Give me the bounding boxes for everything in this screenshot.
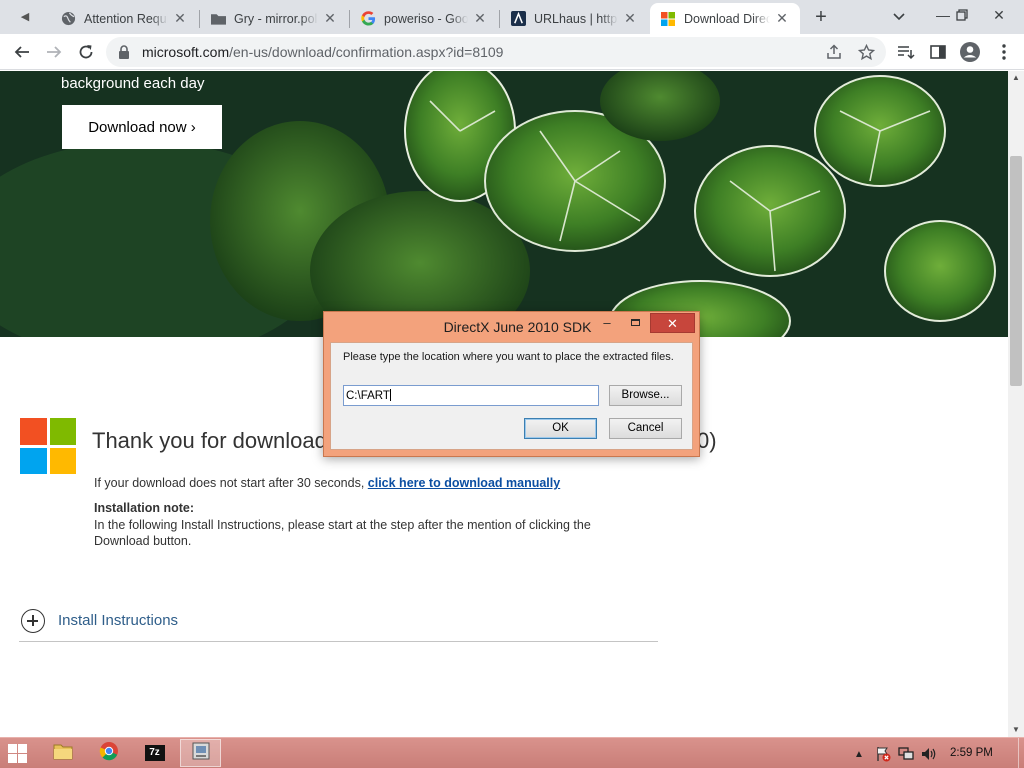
installer-icon — [191, 742, 211, 765]
file-explorer-icon — [53, 742, 73, 765]
lock-icon[interactable] — [118, 45, 132, 59]
forward-icon[interactable] — [40, 38, 68, 66]
scroll-up-icon[interactable]: ▲ — [1008, 71, 1024, 85]
ok-button[interactable]: OK — [524, 418, 597, 439]
google-icon — [360, 11, 376, 27]
globe-icon — [60, 11, 76, 27]
restore-window-icon[interactable] — [945, 0, 979, 30]
back-icon[interactable] — [8, 38, 36, 66]
dialog-message: Please type the location where you want … — [343, 351, 674, 363]
bookmark-star-icon[interactable] — [856, 42, 876, 62]
scroll-thumb[interactable] — [1010, 156, 1022, 386]
expand-plus-icon[interactable] — [21, 609, 45, 633]
dialog-body: Please type the location where you want … — [330, 342, 693, 450]
tab-poweriso-google[interactable]: poweriso - Goog ✕ — [350, 3, 498, 34]
taskbar-file-explorer[interactable] — [42, 739, 83, 767]
urlhaus-icon — [510, 11, 526, 27]
reload-icon[interactable] — [72, 38, 100, 66]
dialog-close-button[interactable]: ✕ — [650, 313, 695, 333]
tab-close-icon[interactable]: ✕ — [622, 10, 638, 27]
extract-path-input[interactable]: C:\FART — [343, 385, 599, 406]
download-now-label: Download now — [88, 118, 187, 136]
url-text: microsoft.com/en-us/download/confirmatio… — [142, 44, 503, 60]
scroll-down-icon[interactable]: ▼ — [1008, 723, 1024, 737]
url-domain: microsoft.com — [142, 44, 230, 60]
section-divider — [19, 641, 658, 642]
windows-taskbar: 7z ▲ 2:59 PM — [0, 737, 1024, 768]
profile-avatar-icon[interactable] — [960, 42, 980, 62]
extract-path-value: C:\FART — [346, 390, 390, 402]
thank-you-heading: Thank you for download — [92, 428, 327, 453]
tab-close-icon[interactable]: ✕ — [774, 10, 790, 27]
tab-title: Attention Requi — [84, 11, 168, 26]
tab-strip: ◀︎ Attention Requi ✕ Gry - mirror.pol ✕ … — [0, 0, 1024, 34]
taskbar-clock[interactable]: 2:59 PM — [950, 747, 993, 759]
tab-urlhaus[interactable]: URLhaus | https: ✕ — [500, 3, 648, 34]
windows-start-icon[interactable] — [8, 744, 28, 764]
new-tab-button[interactable]: + — [810, 6, 832, 28]
show-hidden-icons[interactable]: ▲ — [851, 746, 867, 762]
tab-audio-icon[interactable]: ◀︎ — [14, 8, 36, 26]
tab-close-icon[interactable]: ✕ — [322, 10, 338, 27]
download-note-text: If your download does not start after 30… — [94, 476, 368, 490]
network-icon[interactable] — [898, 746, 914, 762]
microsoft-logo — [20, 418, 76, 474]
page-scrollbar[interactable]: ▲ ▼ — [1008, 71, 1024, 737]
dialog-minimize-icon[interactable]: – — [594, 313, 620, 333]
tab-gry-mirror[interactable]: Gry - mirror.pol ✕ — [200, 3, 348, 34]
action-center-flag-icon[interactable] — [875, 746, 891, 762]
cancel-button[interactable]: Cancel — [609, 418, 682, 439]
hero-banner: background each day Download now › — [0, 71, 1008, 337]
tab-title: URLhaus | https: — [534, 11, 618, 26]
share-icon[interactable] — [824, 42, 844, 62]
chrome-icon — [99, 741, 119, 766]
installation-note-title: Installation note: — [94, 501, 194, 515]
url-path: /en-us/download/confirmation.aspx?id=810… — [229, 44, 504, 60]
installation-note-body: In the following Install Instructions, p… — [94, 518, 591, 548]
tab-title: Gry - mirror.pol — [234, 11, 318, 26]
tab-close-icon[interactable]: ✕ — [472, 10, 488, 27]
manual-download-link[interactable]: click here to download manually — [368, 476, 560, 490]
taskbar-7zip[interactable]: 7z — [134, 739, 175, 767]
download-note: If your download does not start after 30… — [94, 476, 560, 490]
address-bar[interactable]: microsoft.com/en-us/download/confirmatio… — [106, 37, 886, 67]
folder-icon — [210, 11, 226, 27]
tab-close-icon[interactable]: ✕ — [172, 10, 188, 27]
extract-location-dialog: DirectX June 2010 SDK – ✕ Please type th… — [323, 311, 700, 457]
hero-tagline: background each day — [61, 75, 205, 92]
install-instructions-toggle[interactable]: Install Instructions — [58, 612, 178, 629]
tab-title: Download Direc — [684, 11, 770, 26]
dialog-maximize-icon[interactable] — [622, 313, 648, 333]
taskbar-chrome[interactable] — [88, 739, 129, 767]
chevron-down-icon[interactable] — [890, 8, 908, 26]
tab-title: poweriso - Goog — [384, 11, 468, 26]
7zip-icon: 7z — [144, 745, 165, 761]
chevron-right-icon: › — [190, 118, 196, 136]
menu-kebab-icon[interactable] — [994, 42, 1014, 62]
download-now-button[interactable]: Download now › — [62, 105, 222, 149]
tab-attention-required[interactable]: Attention Requi ✕ — [50, 3, 198, 34]
side-panel-icon[interactable] — [928, 42, 948, 62]
volume-icon[interactable] — [921, 746, 937, 762]
close-window-icon[interactable]: ✕ — [982, 0, 1016, 30]
microsoft-icon — [660, 11, 676, 27]
show-desktop-button[interactable] — [1018, 738, 1024, 768]
taskbar-directx-installer[interactable] — [180, 739, 221, 767]
browser-toolbar: microsoft.com/en-us/download/confirmatio… — [0, 34, 1024, 70]
browse-button[interactable]: Browse... — [609, 385, 682, 406]
tab-download-directx[interactable]: Download Direc ✕ — [650, 3, 800, 34]
reading-list-icon[interactable] — [896, 42, 916, 62]
